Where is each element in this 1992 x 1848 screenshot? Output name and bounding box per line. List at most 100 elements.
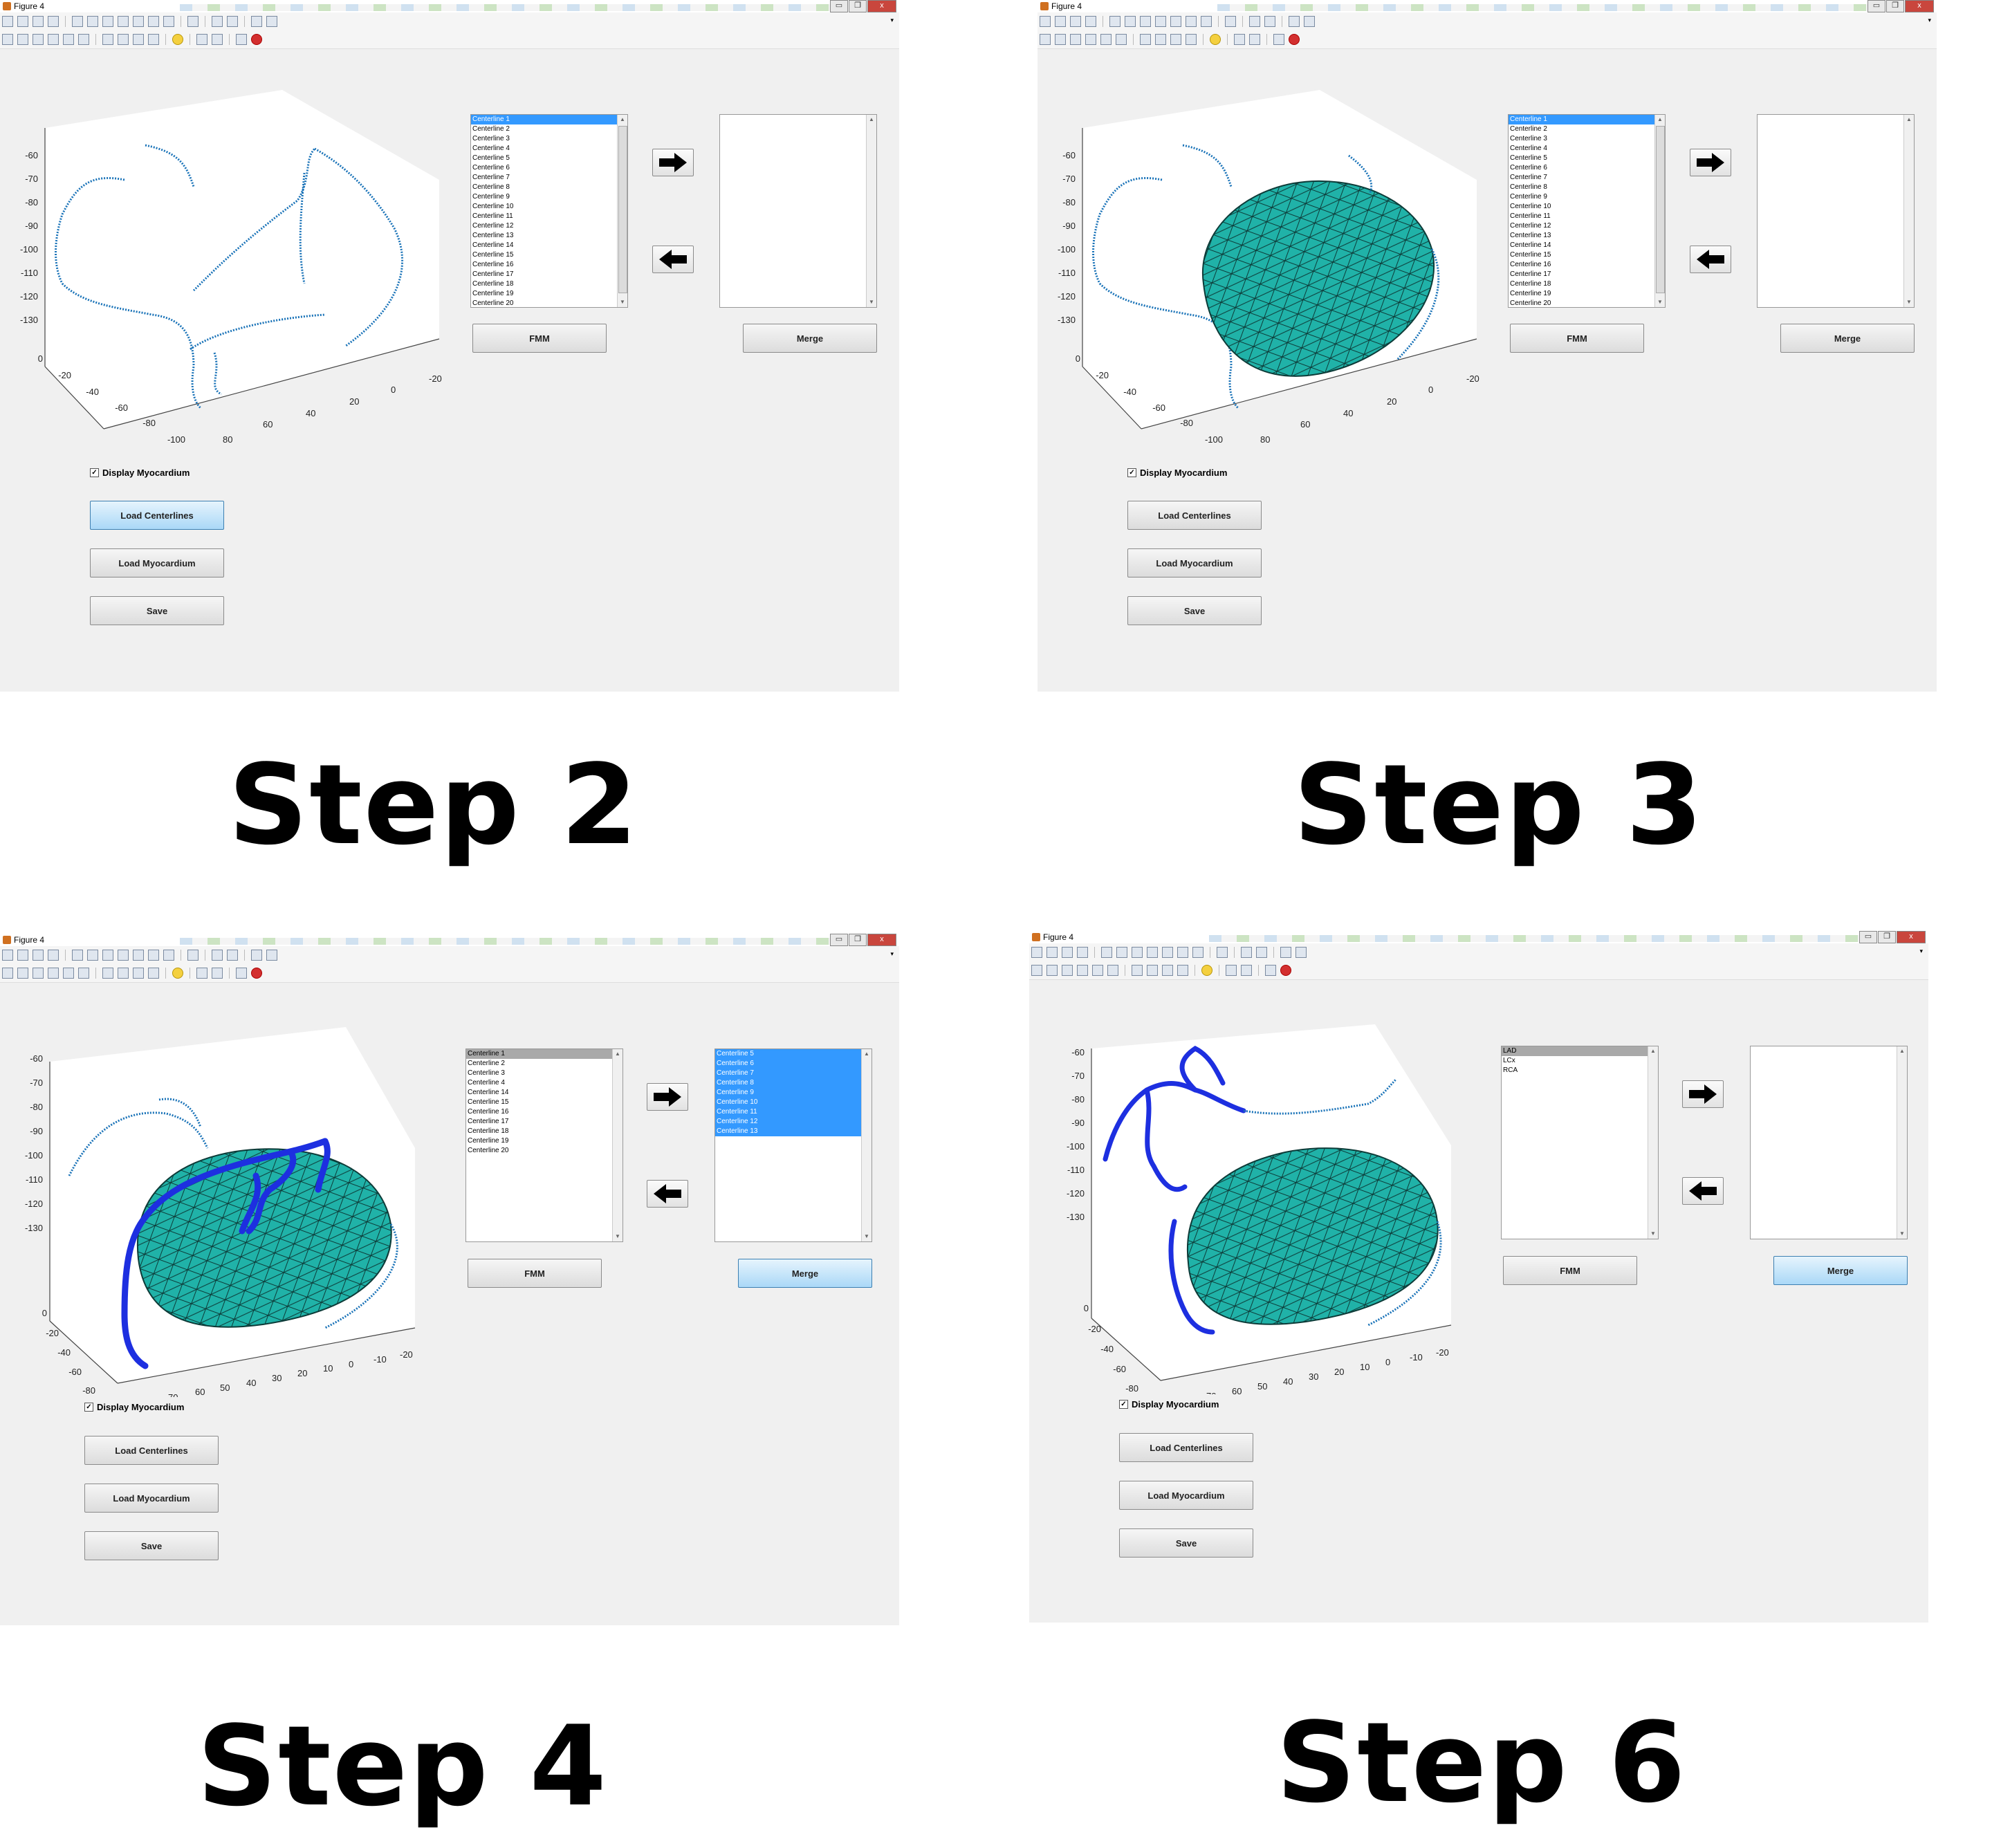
- move-right-button[interactable]: [1690, 149, 1731, 176]
- list-item[interactable]: Centerline 11: [471, 212, 627, 221]
- list-item[interactable]: Centerline 6: [715, 1059, 872, 1069]
- chevron-down-icon[interactable]: ▾: [1928, 17, 1931, 24]
- data-cursor-icon[interactable]: [148, 16, 159, 27]
- dolly-icon[interactable]: [1092, 965, 1103, 976]
- centerline-listbox[interactable]: Centerline 1 Centerline 2 Centerline 3 Cent…: [1508, 114, 1666, 308]
- list-item[interactable]: Centerline 5: [471, 154, 627, 163]
- light-bulb-icon[interactable]: [1210, 34, 1221, 45]
- list-item[interactable]: Centerline 19: [1509, 289, 1665, 299]
- x-principal-axis-icon[interactable]: [1140, 34, 1151, 45]
- z-principal-axis-icon[interactable]: [133, 968, 144, 979]
- display-myocardium-checkbox[interactable]: ✓ Display Myocardium: [84, 1402, 184, 1412]
- pan-icon[interactable]: [118, 16, 129, 27]
- no-principal-axis-icon[interactable]: [148, 968, 159, 979]
- list-item[interactable]: Centerline 8: [1509, 183, 1665, 192]
- 3d-axes[interactable]: -60 -70 -80 -90 -100 -110 -120 -130 0 -2…: [1044, 76, 1487, 463]
- orthographic-icon[interactable]: [1226, 965, 1237, 976]
- pan-tilt-icon[interactable]: [33, 34, 44, 45]
- orbit-light-icon[interactable]: [1046, 965, 1058, 976]
- data-cursor-icon[interactable]: [1186, 16, 1197, 27]
- reset-camera-icon[interactable]: [236, 968, 247, 979]
- roll-icon[interactable]: [1116, 34, 1127, 45]
- scroll-thumb[interactable]: [618, 126, 627, 293]
- no-principal-axis-icon[interactable]: [1177, 965, 1188, 976]
- y-principal-axis-icon[interactable]: [118, 34, 129, 45]
- show-plot-tools-icon[interactable]: [266, 950, 277, 961]
- move-left-button[interactable]: [1682, 1177, 1724, 1205]
- list-item[interactable]: Centerline 12: [715, 1117, 872, 1127]
- list-item[interactable]: Centerline 4: [1509, 144, 1665, 154]
- list-item[interactable]: RCA: [1502, 1066, 1658, 1075]
- list-item[interactable]: LAD: [1502, 1046, 1658, 1056]
- list-item[interactable]: Centerline 11: [1509, 212, 1665, 221]
- move-camera-icon[interactable]: [1077, 965, 1088, 976]
- legend-icon[interactable]: [227, 950, 238, 961]
- list-item[interactable]: Centerline 6: [471, 163, 627, 173]
- print-icon[interactable]: [48, 950, 59, 961]
- brush-icon[interactable]: [1201, 16, 1212, 27]
- maximize-button[interactable]: ❐: [1886, 0, 1904, 12]
- save-button[interactable]: Save: [1127, 596, 1262, 625]
- list-item[interactable]: Centerline 3: [471, 134, 627, 144]
- vessel-listbox[interactable]: LAD LCx RCA ▲ ▼: [1501, 1046, 1659, 1239]
- orbit-camera-icon[interactable]: [2, 34, 13, 45]
- list-item[interactable]: Centerline 18: [471, 279, 627, 289]
- 3d-axes[interactable]: -60 -70 -80 -90 -100 -110 -120 -130 0 -2…: [1036, 1007, 1479, 1394]
- colorbar-icon[interactable]: [1249, 16, 1260, 27]
- listbox-scrollbar[interactable]: ▲ ▼: [861, 1049, 872, 1241]
- list-item[interactable]: Centerline 2: [1509, 124, 1665, 134]
- show-plot-tools-icon[interactable]: [1304, 16, 1315, 27]
- roll-icon[interactable]: [78, 968, 89, 979]
- dolly-icon[interactable]: [63, 34, 74, 45]
- minimize-button[interactable]: ▭: [1868, 0, 1885, 12]
- brush-icon[interactable]: [1192, 947, 1204, 958]
- data-cursor-icon[interactable]: [1177, 947, 1188, 958]
- scroll-up-icon[interactable]: ▲: [1897, 1046, 1907, 1056]
- move-right-button[interactable]: [652, 149, 694, 176]
- stop-icon[interactable]: [1289, 34, 1300, 45]
- brush-icon[interactable]: [163, 16, 174, 27]
- checkbox-check-icon[interactable]: ✓: [84, 1403, 93, 1412]
- scroll-down-icon[interactable]: ▼: [867, 297, 876, 307]
- x-principal-axis-icon[interactable]: [102, 34, 113, 45]
- orbit-camera-icon[interactable]: [1031, 965, 1042, 976]
- load-centerlines-button[interactable]: Load Centerlines: [84, 1436, 219, 1465]
- move-camera-icon[interactable]: [48, 968, 59, 979]
- zoom-out-icon[interactable]: [102, 16, 113, 27]
- z-principal-axis-icon[interactable]: [1162, 965, 1173, 976]
- listbox-scrollbar[interactable]: ▲ ▼: [1903, 115, 1914, 307]
- z-principal-axis-icon[interactable]: [1170, 34, 1181, 45]
- minimize-button[interactable]: ▭: [830, 0, 848, 12]
- perspective-icon[interactable]: [212, 968, 223, 979]
- reset-camera-icon[interactable]: [1265, 965, 1276, 976]
- scroll-up-icon[interactable]: ▲: [1648, 1046, 1658, 1056]
- stop-icon[interactable]: [251, 968, 262, 979]
- list-item[interactable]: Centerline 20: [466, 1146, 622, 1156]
- hide-plot-tools-icon[interactable]: [1289, 16, 1300, 27]
- list-item[interactable]: Centerline 19: [466, 1136, 622, 1146]
- list-item[interactable]: Centerline 20: [471, 299, 627, 307]
- list-item[interactable]: Centerline 14: [1509, 241, 1665, 250]
- show-plot-tools-icon[interactable]: [266, 16, 277, 27]
- merge-button[interactable]: Merge: [1780, 324, 1915, 353]
- zoom-out-icon[interactable]: [1132, 947, 1143, 958]
- y-principal-axis-icon[interactable]: [1155, 34, 1166, 45]
- listbox-scrollbar[interactable]: ▲ ▼: [617, 115, 627, 307]
- list-item[interactable]: Centerline 17: [471, 270, 627, 279]
- roll-icon[interactable]: [1107, 965, 1118, 976]
- merge-listbox[interactable]: ▲ ▼: [719, 114, 877, 308]
- list-item[interactable]: Centerline 1: [471, 115, 627, 124]
- listbox-scrollbar[interactable]: ▲ ▼: [1897, 1046, 1907, 1239]
- maximize-button[interactable]: ❐: [849, 934, 867, 946]
- load-myocardium-button[interactable]: Load Myocardium: [90, 548, 224, 578]
- brush-icon[interactable]: [163, 950, 174, 961]
- list-item[interactable]: Centerline 1: [1509, 115, 1665, 124]
- list-item[interactable]: Centerline 9: [1509, 192, 1665, 202]
- 3d-axes[interactable]: -60 -70 -80 -90 -100 -110 -120 -130 0 -2…: [7, 76, 450, 463]
- new-figure-icon[interactable]: [2, 950, 13, 961]
- list-item[interactable]: Centerline 12: [1509, 221, 1665, 231]
- hide-plot-tools-icon[interactable]: [251, 16, 262, 27]
- pan-tilt-icon[interactable]: [1070, 34, 1081, 45]
- move-right-button[interactable]: [647, 1083, 688, 1111]
- fmm-button[interactable]: FMM: [468, 1259, 602, 1288]
